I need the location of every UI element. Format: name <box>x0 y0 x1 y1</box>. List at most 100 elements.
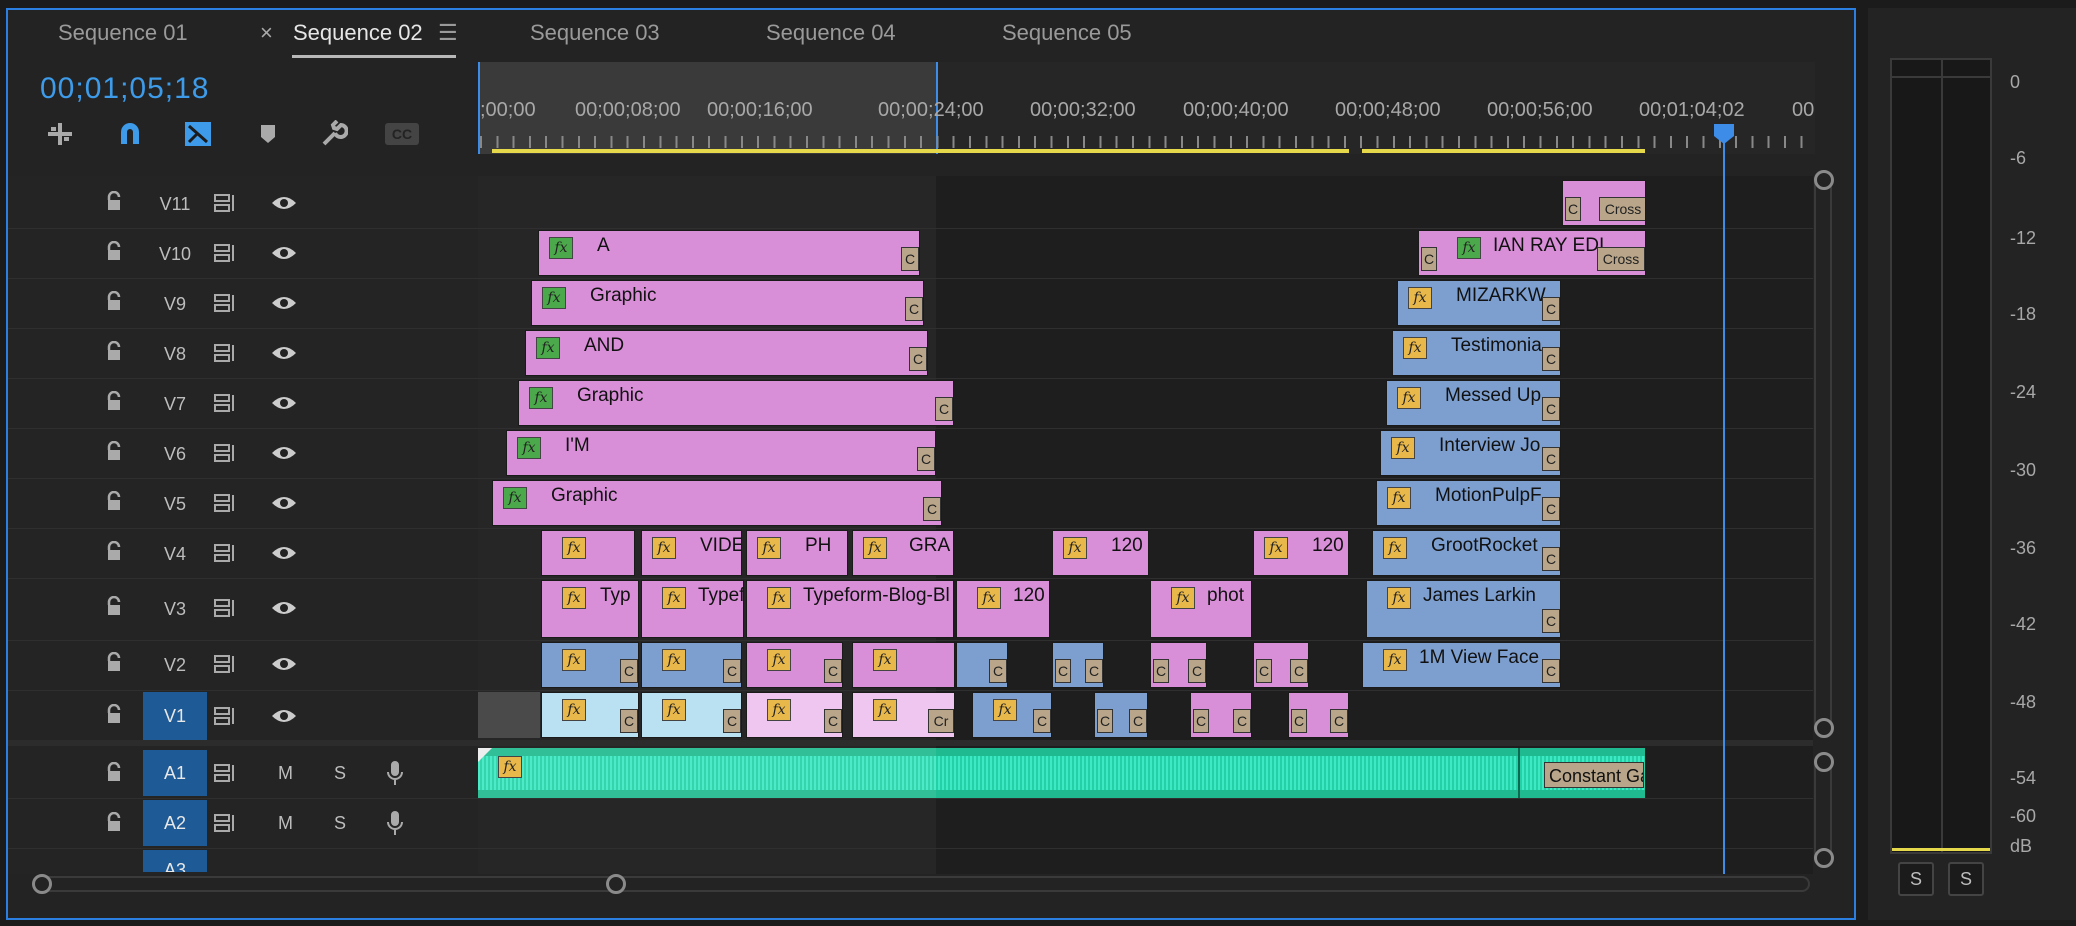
sync-lock-icon[interactable] <box>213 243 237 263</box>
tab-sequence-02[interactable]: Sequence 02 <box>293 20 423 46</box>
solo-button[interactable]: S <box>334 763 346 784</box>
sync-lock-icon[interactable] <box>213 543 237 563</box>
clip[interactable]: fx 1M View Face C <box>1362 642 1561 688</box>
clip[interactable]: C <box>956 642 1008 688</box>
lock-icon[interactable] <box>106 762 122 782</box>
microphone-icon[interactable] <box>386 810 404 836</box>
clip[interactable]: fx Graphic C <box>518 380 954 426</box>
eye-icon[interactable] <box>270 654 298 674</box>
eye-icon[interactable] <box>270 293 298 313</box>
track-name[interactable]: V9 <box>143 294 207 315</box>
lock-icon[interactable] <box>106 341 122 361</box>
lock-icon[interactable] <box>106 704 122 724</box>
track-name[interactable]: V3 <box>143 599 207 620</box>
track-name[interactable]: A2 <box>143 800 207 846</box>
sync-lock-icon[interactable] <box>213 393 237 413</box>
sync-lock-icon[interactable] <box>213 343 237 363</box>
track-name[interactable]: V6 <box>143 444 207 465</box>
eye-icon[interactable] <box>270 543 298 563</box>
scroll-knob[interactable] <box>1814 752 1834 772</box>
sync-lock-icon[interactable] <box>213 493 237 513</box>
clip[interactable]: fx Graphic C <box>492 480 942 526</box>
clip[interactable]: fx 120 <box>1052 530 1149 576</box>
clip[interactable]: C C <box>1288 692 1349 738</box>
eye-icon[interactable] <box>270 393 298 413</box>
video-track-scrollbar[interactable] <box>1814 170 1832 736</box>
clip[interactable]: fx <box>852 642 955 688</box>
clip[interactable]: fx C <box>746 642 843 688</box>
clip[interactable]: fx MIZARKW C <box>1397 280 1561 326</box>
track-name[interactable]: V5 <box>143 494 207 515</box>
playhead-timecode[interactable]: 00;01;05;18 <box>40 72 209 106</box>
lock-icon[interactable] <box>106 596 122 616</box>
clip[interactable]: fx Typeform-Blog-Bl <box>746 580 954 638</box>
clip[interactable]: fx Typ <box>541 580 639 638</box>
clip[interactable]: fx VIDE <box>641 530 742 576</box>
clip[interactable]: fx C <box>746 692 843 738</box>
lock-icon[interactable] <box>106 491 122 511</box>
solo-meter-button[interactable]: S <box>1898 862 1934 896</box>
track-name[interactable]: V1 <box>143 692 207 740</box>
track-name[interactable]: V11 <box>143 194 207 215</box>
tab-sequence-03[interactable]: Sequence 03 <box>530 20 660 46</box>
clip[interactable]: C fx IAN RAY EDI Cross <box>1418 230 1646 276</box>
video-audio-divider[interactable] <box>8 740 1813 746</box>
clip[interactable]: C C <box>1190 692 1252 738</box>
scroll-knob[interactable] <box>32 874 52 894</box>
clip[interactable]: fx James Larkin C <box>1366 580 1561 638</box>
sync-lock-icon[interactable] <box>213 193 237 213</box>
clip[interactable]: fx C <box>641 642 742 688</box>
work-area-bar[interactable] <box>1362 149 1645 153</box>
clip[interactable]: fx Messed Up C <box>1386 380 1561 426</box>
clip[interactable]: fx 120 <box>956 580 1050 638</box>
tab-sequence-05[interactable]: Sequence 05 <box>1002 20 1132 46</box>
sync-lock-icon[interactable] <box>213 763 237 783</box>
track-name[interactable]: V8 <box>143 344 207 365</box>
insert-edit-icon[interactable] <box>44 118 76 150</box>
clip[interactable]: fx A C <box>538 230 920 276</box>
eye-icon[interactable] <box>270 706 298 726</box>
clip[interactable]: fx I'M C <box>506 430 936 476</box>
scroll-knob[interactable] <box>606 874 626 894</box>
mute-button[interactable]: M <box>278 813 293 834</box>
captions-icon[interactable]: CC <box>384 118 420 150</box>
clip[interactable]: fx Testimonia C <box>1392 330 1561 376</box>
clip[interactable]: C Cross <box>1562 180 1646 226</box>
lock-icon[interactable] <box>106 291 122 311</box>
clip[interactable]: fx Typef <box>641 580 744 638</box>
snap-magnet-icon[interactable] <box>114 118 146 150</box>
clip[interactable]: fx <box>541 530 635 576</box>
clip[interactable]: fx C <box>541 692 639 738</box>
tab-menu-icon[interactable]: ☰ <box>438 20 458 46</box>
wrench-icon[interactable] <box>318 118 350 150</box>
clip[interactable]: fx 120 <box>1253 530 1349 576</box>
track-name[interactable]: V4 <box>143 544 207 565</box>
track-name[interactable]: A3 <box>143 850 207 872</box>
clip[interactable]: fx Cr <box>852 692 955 738</box>
transition-label[interactable]: Constant Ga <box>1544 762 1644 788</box>
track-name[interactable]: V10 <box>143 244 207 265</box>
eye-icon[interactable] <box>270 243 298 263</box>
tab-sequence-04[interactable]: Sequence 04 <box>766 20 896 46</box>
eye-icon[interactable] <box>270 343 298 363</box>
scroll-knob[interactable] <box>1814 718 1834 738</box>
clip[interactable]: fx C <box>972 692 1052 738</box>
lock-icon[interactable] <box>106 241 122 261</box>
clip[interactable]: fx C <box>641 692 742 738</box>
marker-icon[interactable] <box>252 118 284 150</box>
track-name[interactable]: V7 <box>143 394 207 415</box>
clip[interactable]: C C <box>1150 642 1207 688</box>
clip[interactable]: C C <box>1052 642 1104 688</box>
sync-lock-icon[interactable] <box>213 654 237 674</box>
lock-icon[interactable] <box>106 812 122 832</box>
eye-icon[interactable] <box>270 443 298 463</box>
scroll-knob[interactable] <box>1814 170 1834 190</box>
lock-icon[interactable] <box>106 441 122 461</box>
horizontal-zoom-scrollbar[interactable] <box>40 876 1810 892</box>
clip[interactable]: C C <box>1253 642 1309 688</box>
clip[interactable]: fx PH <box>746 530 848 576</box>
close-tab-icon[interactable]: × <box>260 20 273 46</box>
eye-icon[interactable] <box>270 493 298 513</box>
scroll-knob[interactable] <box>1814 848 1834 868</box>
linked-selection-icon[interactable] <box>182 118 214 150</box>
